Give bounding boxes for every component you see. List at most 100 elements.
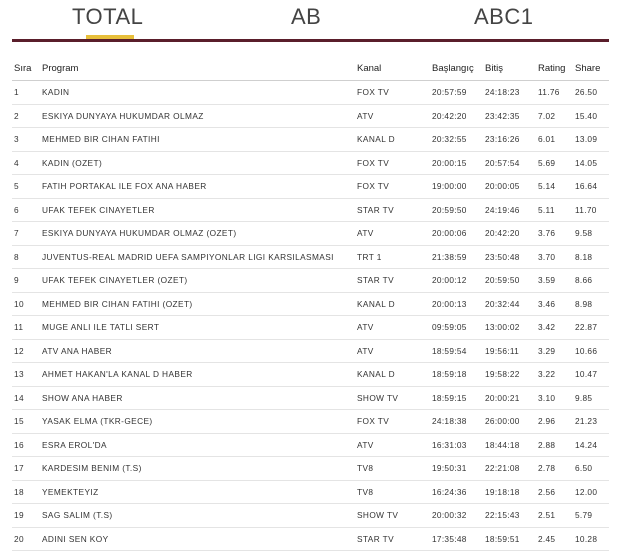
cell-start-time: 20:32:55 — [430, 128, 483, 152]
tab-abc1[interactable]: ABC1 — [474, 4, 533, 30]
cell-start-time: 16:31:03 — [430, 433, 483, 457]
cell-start-time: 20:00:13 — [430, 292, 483, 316]
cell-share: 16.64 — [573, 175, 609, 199]
cell-channel: KANAL D — [355, 363, 430, 387]
cell-rating: 3.29 — [536, 339, 573, 363]
cell-rank: 9 — [12, 269, 40, 293]
cell-rank: 1 — [12, 81, 40, 105]
cell-rating: 5.69 — [536, 151, 573, 175]
cell-share: 13.09 — [573, 128, 609, 152]
cell-rating: 3.70 — [536, 245, 573, 269]
cell-channel: ATV — [355, 433, 430, 457]
cell-rank: 20 — [12, 527, 40, 551]
cell-rating: 3.42 — [536, 316, 573, 340]
cell-rating: 2.78 — [536, 457, 573, 481]
cell-channel: STAR TV — [355, 269, 430, 293]
table-row: 9UFAK TEFEK CINAYETLER (OZET)STAR TV20:0… — [12, 269, 609, 293]
tab-ab[interactable]: AB — [291, 4, 321, 30]
header-divider — [12, 39, 609, 42]
cell-program: UFAK TEFEK CINAYETLER (OZET) — [40, 269, 355, 293]
cell-end-time: 20:42:20 — [483, 222, 536, 246]
cell-share: 5.79 — [573, 504, 609, 528]
cell-program: MEHMED BIR CIHAN FATIHI (OZET) — [40, 292, 355, 316]
cell-end-time: 18:44:18 — [483, 433, 536, 457]
cell-end-time: 19:56:11 — [483, 339, 536, 363]
column-header-baslangic: Başlangıç — [430, 56, 483, 81]
cell-rank: 19 — [12, 504, 40, 528]
cell-rank: 15 — [12, 410, 40, 434]
ratings-table: Sıra Program Kanal Başlangıç Bitiş Ratin… — [12, 56, 609, 551]
cell-start-time: 20:57:59 — [430, 81, 483, 105]
table-row: 6UFAK TEFEK CINAYETLERSTAR TV20:59:5024:… — [12, 198, 609, 222]
cell-share: 26.50 — [573, 81, 609, 105]
column-header-rating: Rating — [536, 56, 573, 81]
cell-program: ESKIYA DUNYAYA HUKUMDAR OLMAZ — [40, 104, 355, 128]
cell-channel: TRT 1 — [355, 245, 430, 269]
cell-program: ATV ANA HABER — [40, 339, 355, 363]
cell-channel: FOX TV — [355, 81, 430, 105]
table-row: 17KARDESIM BENIM (T.S)TV819:50:3122:21:0… — [12, 457, 609, 481]
cell-channel: STAR TV — [355, 198, 430, 222]
cell-program: ESKIYA DUNYAYA HUKUMDAR OLMAZ (OZET) — [40, 222, 355, 246]
cell-end-time: 19:58:22 — [483, 363, 536, 387]
cell-share: 10.47 — [573, 363, 609, 387]
cell-rank: 13 — [12, 363, 40, 387]
cell-channel: FOX TV — [355, 410, 430, 434]
table-row: 16ESRA EROL'DAATV16:31:0318:44:182.8814.… — [12, 433, 609, 457]
cell-end-time: 24:19:46 — [483, 198, 536, 222]
cell-end-time: 13:00:02 — [483, 316, 536, 340]
table-row: 7ESKIYA DUNYAYA HUKUMDAR OLMAZ (OZET)ATV… — [12, 222, 609, 246]
cell-channel: TV8 — [355, 457, 430, 481]
cell-rating: 5.14 — [536, 175, 573, 199]
cell-rating: 2.51 — [536, 504, 573, 528]
cell-share: 15.40 — [573, 104, 609, 128]
table-row: 4KADIN (OZET)FOX TV20:00:1520:57:545.691… — [12, 151, 609, 175]
cell-share: 6.50 — [573, 457, 609, 481]
cell-start-time: 20:00:06 — [430, 222, 483, 246]
column-header-sira: Sıra — [12, 56, 40, 81]
table-body: 1KADINFOX TV20:57:5924:18:2311.7626.502E… — [12, 81, 609, 551]
cell-end-time: 20:32:44 — [483, 292, 536, 316]
cell-end-time: 20:00:21 — [483, 386, 536, 410]
cell-share: 8.66 — [573, 269, 609, 293]
cell-program: ADINI SEN KOY — [40, 527, 355, 551]
cell-start-time: 19:00:00 — [430, 175, 483, 199]
table-row: 2ESKIYA DUNYAYA HUKUMDAR OLMAZATV20:42:2… — [12, 104, 609, 128]
cell-channel: SHOW TV — [355, 504, 430, 528]
cell-rating: 2.88 — [536, 433, 573, 457]
cell-program: YASAK ELMA (TKR-GECE) — [40, 410, 355, 434]
cell-end-time: 20:59:50 — [483, 269, 536, 293]
cell-program: MEHMED BIR CIHAN FATIHI — [40, 128, 355, 152]
cell-end-time: 22:15:43 — [483, 504, 536, 528]
cell-start-time: 19:50:31 — [430, 457, 483, 481]
cell-program: ESRA EROL'DA — [40, 433, 355, 457]
cell-rating: 6.01 — [536, 128, 573, 152]
table-row: 14SHOW ANA HABERSHOW TV18:59:1520:00:213… — [12, 386, 609, 410]
cell-start-time: 17:35:48 — [430, 527, 483, 551]
cell-rank: 7 — [12, 222, 40, 246]
cell-share: 8.18 — [573, 245, 609, 269]
cell-share: 14.24 — [573, 433, 609, 457]
cell-rank: 8 — [12, 245, 40, 269]
cell-channel: FOX TV — [355, 175, 430, 199]
cell-share: 10.28 — [573, 527, 609, 551]
table-row: 15YASAK ELMA (TKR-GECE)FOX TV24:18:3826:… — [12, 410, 609, 434]
tab-total[interactable]: TOTAL — [72, 4, 143, 30]
cell-channel: KANAL D — [355, 128, 430, 152]
cell-rank: 16 — [12, 433, 40, 457]
cell-start-time: 20:00:32 — [430, 504, 483, 528]
cell-program: MUGE ANLI ILE TATLI SERT — [40, 316, 355, 340]
column-header-bitis: Bitiş — [483, 56, 536, 81]
cell-start-time: 21:38:59 — [430, 245, 483, 269]
cell-rank: 18 — [12, 480, 40, 504]
table-row: 10MEHMED BIR CIHAN FATIHI (OZET)KANAL D2… — [12, 292, 609, 316]
cell-rating: 2.56 — [536, 480, 573, 504]
cell-program: KADIN — [40, 81, 355, 105]
cell-end-time: 23:42:35 — [483, 104, 536, 128]
table-row: 13AHMET HAKAN'LA KANAL D HABERKANAL D18:… — [12, 363, 609, 387]
cell-share: 9.58 — [573, 222, 609, 246]
cell-rating: 3.76 — [536, 222, 573, 246]
cell-program: SHOW ANA HABER — [40, 386, 355, 410]
cell-program: JUVENTUS-REAL MADRID UEFA SAMPIYONLAR LI… — [40, 245, 355, 269]
cell-share: 8.98 — [573, 292, 609, 316]
